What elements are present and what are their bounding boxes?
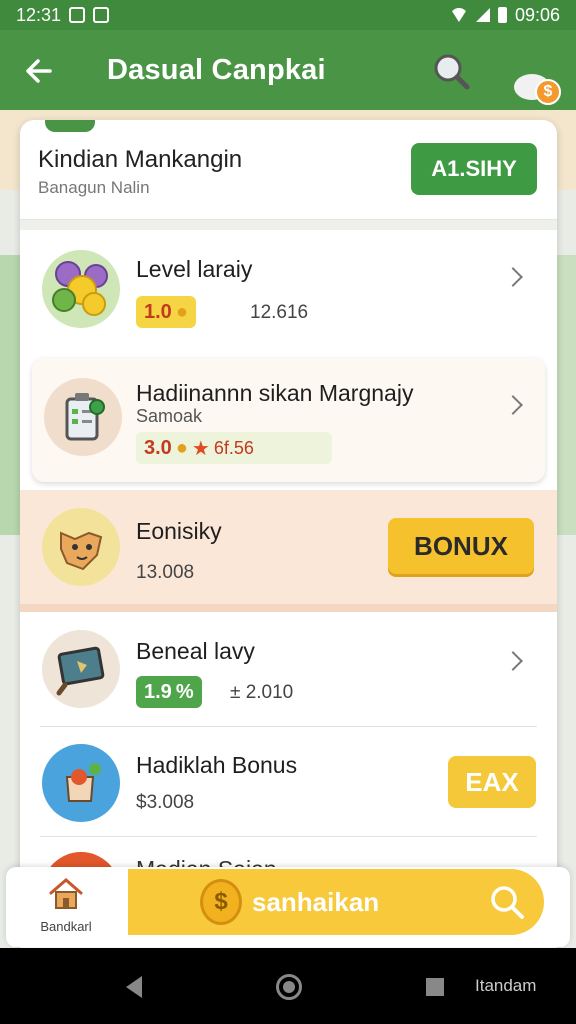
pet-avatar-icon xyxy=(42,508,120,586)
list-item-beneal[interactable]: Beneal lavy 1.9 % ± 2.010 xyxy=(20,614,557,730)
wifi-icon xyxy=(449,8,468,22)
list-item-title: Level laraiy xyxy=(136,256,253,282)
coin-icon: $ xyxy=(200,879,242,925)
header-subtitle: Banagun Nalin xyxy=(38,178,150,197)
promo-search-bar[interactable]: $ sanhaikan xyxy=(128,869,544,935)
reward-pill: 3.0 ● ★ 6f.56 xyxy=(136,432,332,464)
home-icon xyxy=(49,878,83,909)
list-item-margin[interactable]: Hadiinannn sikan Margnajy Samoak 3.0 ● ★… xyxy=(20,358,557,482)
list-item-title: Hadiklah Bonus xyxy=(136,752,298,778)
page-title: Dasual Canpkai xyxy=(107,54,326,86)
pill-value: 3.0 xyxy=(144,436,172,459)
system-navigation: Itandam xyxy=(0,948,576,1024)
pill-value: 1.9 xyxy=(144,680,172,703)
background-right xyxy=(555,255,576,535)
chevron-right-icon[interactable] xyxy=(503,267,523,287)
list-item-subtitle: Samoak xyxy=(136,406,203,426)
background-left xyxy=(0,255,22,535)
system-back-icon[interactable] xyxy=(126,976,142,998)
star-icon: ★ xyxy=(191,437,210,460)
tablet-avatar-icon xyxy=(42,630,120,708)
header-action-button[interactable]: A1.SIHY xyxy=(411,143,537,195)
checklist-avatar-icon xyxy=(44,378,122,456)
list-divider xyxy=(40,836,537,837)
section-gap xyxy=(20,220,557,230)
level-pill: 1.0 ● xyxy=(136,296,196,328)
bottom-navigation: Bandkarl $ sanhaikan xyxy=(6,867,570,947)
list-item-level[interactable]: Level laraiy 1.0 ● 12.616 xyxy=(20,230,557,350)
search-icon[interactable] xyxy=(488,883,526,921)
coin-icon: ● xyxy=(175,300,188,323)
main-card: Kindian Mankangin Banagun Nalin A1.SIHY … xyxy=(20,120,557,960)
coin-icon: ● xyxy=(175,436,188,459)
sim-icon xyxy=(69,7,86,23)
system-recents-icon[interactable] xyxy=(426,978,444,996)
header-title: Kindian Mankangin xyxy=(38,146,243,173)
search-icon[interactable] xyxy=(432,52,472,92)
list-item-value: 13.008 xyxy=(136,562,195,583)
back-arrow-icon[interactable] xyxy=(24,56,54,86)
notification-icon xyxy=(93,7,110,23)
list-item-title: Eonisiky xyxy=(136,518,222,544)
status-clock: 09:06 xyxy=(514,4,560,25)
app-bar: Dasual Canpkai $ xyxy=(0,30,576,110)
signal-icon xyxy=(475,8,490,22)
progress-pill: 1.9 % xyxy=(136,676,202,708)
battery-icon xyxy=(497,7,507,23)
list-item-value: ± 2.010 xyxy=(230,682,294,703)
status-time: 12:31 xyxy=(16,4,62,25)
list-item-title: Hadiinannn sikan Margnajy xyxy=(136,380,414,406)
percent-icon: % xyxy=(175,680,194,703)
status-bar: 12:31 09:06 xyxy=(0,0,576,30)
system-home-icon[interactable] xyxy=(276,974,302,1000)
promo-label: sanhaikan xyxy=(252,887,380,917)
list-item-title: Beneal lavy xyxy=(136,638,255,664)
pill-value: 1.0 xyxy=(144,300,172,323)
notification-badge: $ xyxy=(535,79,561,105)
system-nav-label: Itandam xyxy=(475,976,537,995)
list-divider xyxy=(40,726,537,727)
card-header: Kindian Mankangin Banagun Nalin A1.SIHY xyxy=(20,120,557,220)
list-item-value: 6f.56 xyxy=(213,437,254,458)
list-item-value: 12.616 xyxy=(250,302,309,323)
card-tab xyxy=(45,120,95,132)
gift-avatar-icon xyxy=(42,744,120,822)
coins-avatar-icon xyxy=(42,250,120,328)
bonus-button[interactable]: BONUX xyxy=(388,518,534,574)
chevron-right-icon[interactable] xyxy=(503,651,523,671)
home-tab-label: Bandkarl xyxy=(40,919,92,934)
home-tab[interactable]: Bandkarl xyxy=(6,867,126,947)
list-item-value: $3.008 xyxy=(136,792,195,813)
eax-button[interactable]: EAX xyxy=(448,756,536,808)
chevron-right-icon[interactable] xyxy=(503,395,523,415)
